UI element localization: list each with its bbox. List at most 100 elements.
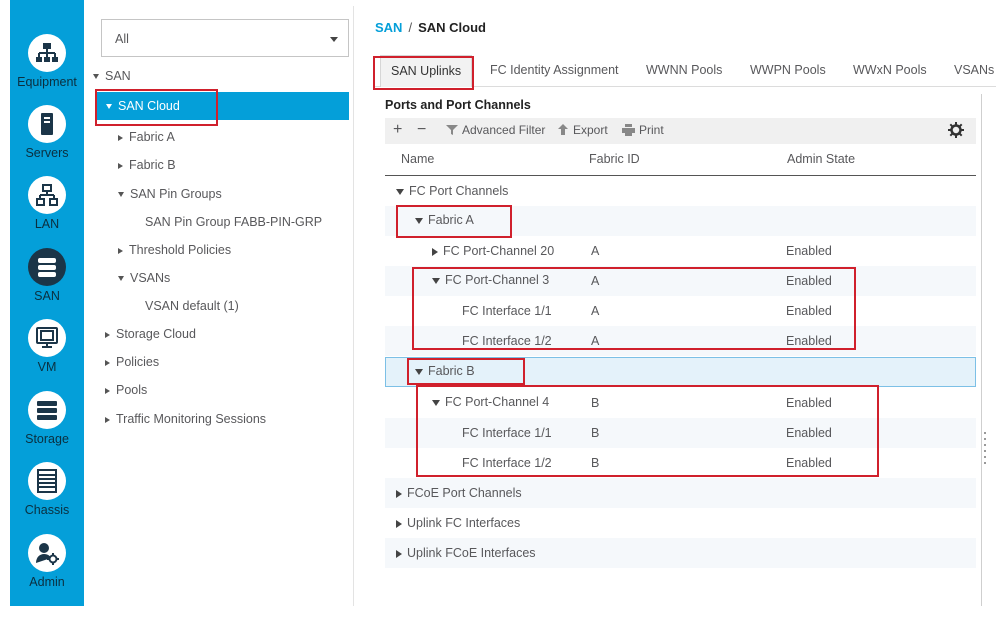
tree-item-vsans[interactable]: VSANs (118, 264, 170, 292)
breadcrumb-root-link[interactable]: SAN (375, 20, 402, 35)
chevron-down-icon (330, 37, 338, 42)
table-row-selected[interactable]: Fabric B (385, 357, 976, 387)
export-label: Export (573, 123, 608, 137)
expand-arrow-icon[interactable] (105, 387, 110, 394)
tab-vsans[interactable]: VSANs (954, 55, 994, 87)
expand-arrow-icon[interactable] (118, 134, 123, 141)
expand-arrow-icon[interactable] (432, 277, 440, 284)
advanced-filter-button[interactable]: Advanced Filter (446, 123, 545, 137)
grid-toolbar: + − Advanced Filter Export Print (385, 118, 976, 144)
tree-item-san-cloud[interactable]: SAN Cloud (97, 92, 349, 120)
table-row[interactable]: Fabric A (385, 206, 976, 236)
tree-item-san-pin-groups[interactable]: SAN Pin Groups (118, 180, 222, 208)
nav-item-chassis[interactable]: Chassis (10, 462, 84, 517)
row-name: Fabric B (428, 364, 475, 378)
expand-arrow-icon[interactable] (415, 217, 423, 224)
nav-item-vm[interactable]: VM (10, 319, 84, 374)
nav-label: Servers (25, 146, 69, 160)
print-label: Print (639, 123, 664, 137)
storage-icon (28, 391, 66, 429)
nav-item-equipment[interactable]: Equipment (10, 34, 84, 89)
tab-san-uplinks[interactable]: SAN Uplinks (380, 55, 473, 87)
lan-icon (28, 176, 66, 214)
tree-item-san-pin-group[interactable]: SAN Pin Group FABB-PIN-GRP (145, 208, 322, 236)
row-fabric-id: B (591, 426, 600, 440)
breadcrumb-separator: / (408, 20, 413, 35)
expand-arrow-icon[interactable] (396, 549, 402, 558)
nav-item-admin[interactable]: Admin (10, 534, 84, 589)
row-admin-state: Enabled (786, 456, 832, 470)
row-fabric-id: A (591, 244, 600, 258)
expand-arrow-icon[interactable] (396, 519, 402, 528)
export-button[interactable]: Export (557, 123, 608, 137)
nav-item-servers[interactable]: Servers (10, 105, 84, 160)
expand-arrow-icon[interactable] (105, 416, 110, 423)
print-button[interactable]: Print (622, 123, 664, 137)
expand-arrow-icon[interactable] (118, 276, 124, 282)
expand-arrow-icon[interactable] (415, 368, 423, 375)
column-header-name[interactable]: Name (401, 152, 434, 166)
expand-arrow-icon[interactable] (93, 74, 99, 80)
expand-arrow-icon[interactable] (105, 331, 110, 338)
expand-arrow-icon[interactable] (432, 247, 438, 256)
table-row[interactable]: FC Interface 1/2 B Enabled (385, 448, 976, 478)
table-row[interactable]: FC Port Channels (385, 176, 976, 206)
expand-arrow-icon[interactable] (118, 247, 123, 254)
expand-arrow-icon[interactable] (106, 104, 112, 110)
table-row[interactable]: FC Interface 1/2 A Enabled (385, 326, 976, 356)
tree-item-label: Fabric A (129, 130, 175, 144)
column-header-fabric-id[interactable]: Fabric ID (589, 152, 640, 166)
tree-item-san[interactable]: SAN (93, 62, 131, 90)
expand-arrow-icon[interactable] (105, 359, 110, 366)
tree-item-label: Pools (116, 383, 148, 397)
row-fabric-id: B (591, 396, 600, 410)
nav-label: LAN (34, 217, 60, 231)
tree-item-label: SAN Pin Groups (130, 187, 222, 201)
panel-splitter[interactable] (981, 94, 982, 606)
remove-button[interactable]: − (417, 121, 426, 139)
table-row[interactable]: Uplink FC Interfaces (385, 508, 976, 538)
expand-arrow-icon[interactable] (118, 192, 124, 198)
tab-wwxn-pools[interactable]: WWxN Pools (853, 55, 927, 87)
table-row[interactable]: FC Port-Channel 20 A Enabled (385, 236, 976, 266)
tab-fc-identity-assignment[interactable]: FC Identity Assignment (490, 55, 619, 87)
row-name: FC Port Channels (409, 184, 509, 198)
nav-item-storage[interactable]: Storage (10, 391, 84, 446)
tree-item-policies[interactable]: Policies (105, 348, 159, 376)
add-button[interactable]: + (393, 121, 402, 139)
expand-arrow-icon[interactable] (118, 162, 123, 169)
gear-icon[interactable] (948, 122, 968, 139)
expand-arrow-icon[interactable] (432, 399, 440, 406)
row-admin-state: Enabled (786, 426, 832, 440)
table-row[interactable]: FC Port-Channel 4 B Enabled (385, 388, 976, 418)
tree-item-storage-cloud[interactable]: Storage Cloud (105, 320, 196, 348)
table-row[interactable]: FC Port-Channel 3 A Enabled (385, 266, 976, 296)
table-row[interactable]: Uplink FCoE Interfaces (385, 538, 976, 568)
tree-item-label: VSANs (130, 271, 171, 285)
nav-item-san[interactable]: SAN (10, 248, 84, 303)
tree-item-label: SAN Cloud (118, 99, 180, 113)
expand-arrow-icon[interactable] (396, 489, 402, 498)
tree-item-traffic-monitoring[interactable]: Traffic Monitoring Sessions (105, 405, 266, 433)
tree-item-threshold-policies[interactable]: Threshold Policies (118, 236, 231, 264)
splitter-grip-icon[interactable] (984, 432, 987, 482)
chassis-icon (28, 462, 66, 500)
table-row[interactable]: FC Interface 1/1 A Enabled (385, 296, 976, 326)
tree-item-fabric-b[interactable]: Fabric B (118, 151, 176, 179)
expand-arrow-icon[interactable] (396, 188, 404, 195)
tab-wwnn-pools[interactable]: WWNN Pools (646, 55, 722, 87)
tree-item-pools[interactable]: Pools (105, 376, 147, 404)
tree-item-fabric-a[interactable]: Fabric A (118, 123, 175, 151)
table-row[interactable]: FCoE Port Channels (385, 478, 976, 508)
tab-wwpn-pools[interactable]: WWPN Pools (750, 55, 826, 87)
table-row[interactable]: FC Interface 1/1 B Enabled (385, 418, 976, 448)
printer-icon (622, 124, 635, 136)
nav-label: VM (37, 360, 57, 374)
row-name: FC Interface 1/1 (462, 304, 552, 318)
column-header-admin-state[interactable]: Admin State (787, 152, 855, 166)
tree-filter-select[interactable]: All (101, 19, 349, 57)
nav-item-lan[interactable]: LAN (10, 176, 84, 231)
tree-item-vsan-default[interactable]: VSAN default (1) (145, 292, 239, 320)
nav-label: Equipment (17, 75, 77, 89)
nav-label: Admin (29, 575, 65, 589)
